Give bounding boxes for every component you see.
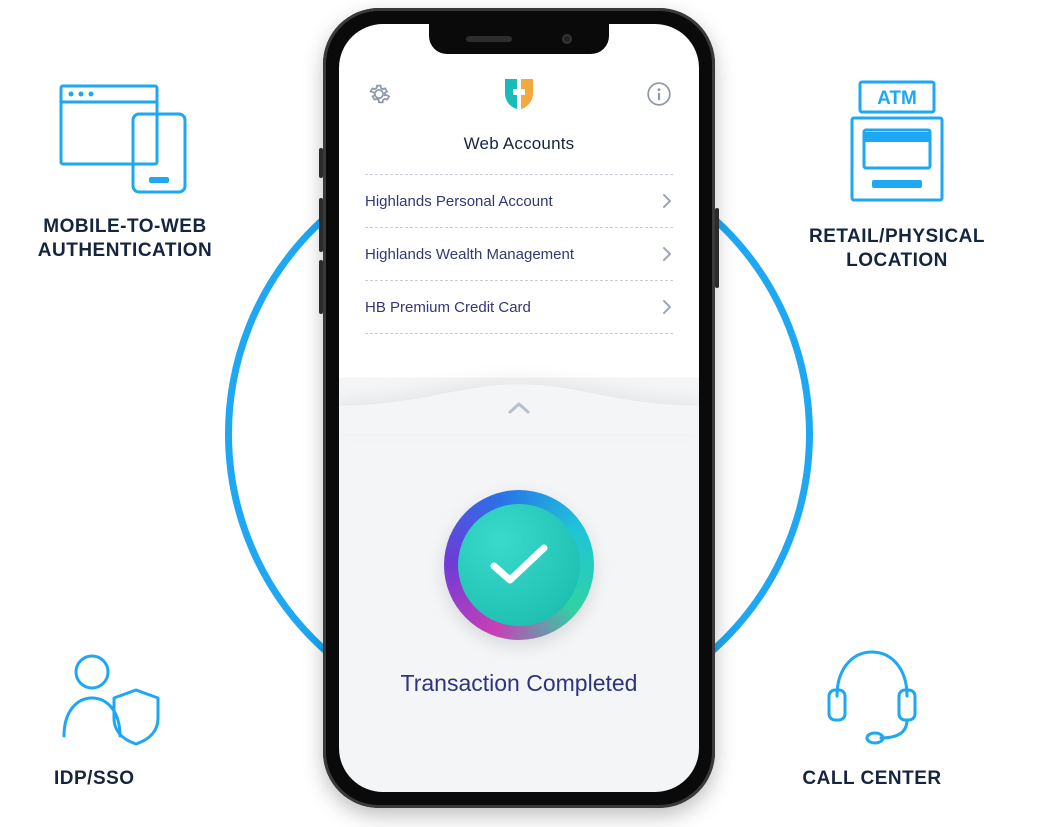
atm-text: ATM [877, 88, 917, 109]
checkmark-icon [486, 540, 552, 590]
pod-call-center: CALL CENTER [772, 638, 972, 791]
account-row[interactable]: HB Premium Credit Card [365, 280, 673, 334]
pod-retail-location: ATM RETAIL/PHYSICAL LOCATION [782, 76, 1012, 273]
chevron-right-icon [661, 245, 673, 263]
pod-mobile-to-web: MOBILE-TO-WEB AUTHENTICATION [10, 76, 240, 263]
headset-icon [817, 638, 927, 753]
account-row[interactable]: Highlands Wealth Management [365, 227, 673, 280]
pod-idp-sso: IDP/SSO [54, 648, 254, 791]
phone-side-button [715, 208, 719, 288]
user-shield-icon [54, 648, 164, 753]
gear-icon [366, 81, 392, 107]
account-label: HB Premium Credit Card [365, 299, 531, 316]
pod-caption: CALL CENTER [802, 767, 941, 791]
account-label: Highlands Personal Account [365, 193, 553, 210]
accounts-list: Highlands Personal Account Highlands Wea… [365, 174, 673, 334]
phone-side-button [319, 148, 323, 178]
pod-caption: IDP/SSO [54, 767, 135, 791]
chevron-right-icon [661, 192, 673, 210]
settings-button[interactable] [365, 80, 393, 108]
pod-caption: RETAIL/PHYSICAL LOCATION [782, 225, 1012, 273]
devices-icon [55, 76, 195, 201]
phone-side-button [319, 198, 323, 252]
success-badge [444, 490, 594, 640]
chevron-right-icon [661, 298, 673, 316]
account-label: Highlands Wealth Management [365, 246, 574, 263]
phone-side-button [319, 260, 323, 314]
phone-screen: Web Accounts Highlands Personal Account … [339, 24, 699, 792]
app-logo [501, 79, 537, 109]
phone-mockup: Web Accounts Highlands Personal Account … [323, 8, 715, 808]
app-topbar [339, 72, 699, 116]
phone-notch [429, 24, 609, 54]
section-title: Web Accounts [339, 134, 699, 154]
info-icon [646, 81, 672, 107]
pod-caption: MOBILE-TO-WEB AUTHENTICATION [10, 215, 240, 263]
account-row[interactable]: Highlands Personal Account [365, 174, 673, 227]
info-button[interactable] [645, 80, 673, 108]
collapse-handle[interactable] [506, 400, 532, 421]
chevron-up-icon [506, 400, 532, 416]
status-text: Transaction Completed [339, 670, 699, 697]
atm-icon: ATM [842, 76, 952, 211]
